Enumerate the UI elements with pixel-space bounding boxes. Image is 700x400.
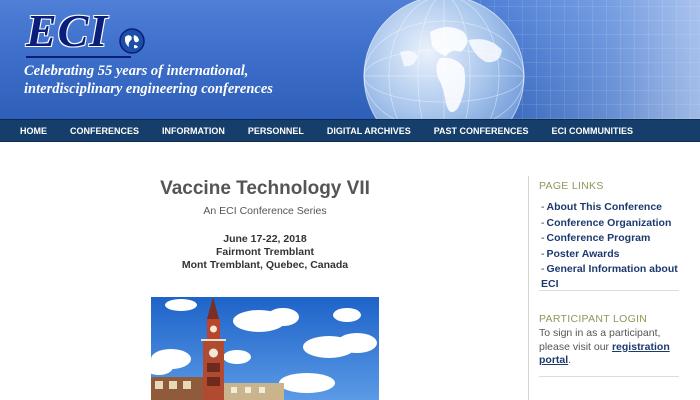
sidebar-divider [539, 290, 679, 291]
bullet: - [541, 216, 545, 229]
login-text-line-2: please visit our registration [539, 341, 684, 355]
globe-image [363, 0, 525, 119]
nav-eci-communities[interactable]: ECI COMMUNITIES [552, 126, 634, 136]
page-link-label: Poster Awards [546, 247, 620, 260]
nav-information[interactable]: INFORMATION [162, 126, 225, 136]
login-text-line-3: portal. [539, 354, 684, 368]
venue-photo [151, 297, 379, 400]
nav-home[interactable]: HOME [20, 126, 47, 136]
nav-conferences[interactable]: CONFERENCES [70, 126, 139, 136]
page-link-general-information[interactable]: - General Information about ECI [541, 262, 681, 292]
page-links-list: - About This Conference - Conference Organ… [541, 200, 681, 293]
login-text-prefix: please visit our [539, 340, 610, 353]
registration-portal-link-cont[interactable]: portal [539, 354, 568, 366]
main-navigation: HOME CONFERENCES INFORMATION PERSONNEL D… [0, 119, 700, 142]
logo-globe-icon [119, 28, 145, 54]
page-link-about[interactable]: - About This Conference [541, 200, 681, 215]
registration-portal-link[interactable]: registration [612, 341, 670, 353]
conference-details: June 17-22, 2018 Fairmont Tremblant Mont… [130, 233, 400, 272]
participant-login-text: To sign in as a participant, please visi… [539, 327, 684, 368]
nav-digital-archives[interactable]: DIGITAL ARCHIVES [327, 126, 411, 136]
main-content: Vaccine Technology VII An ECI Conference… [0, 143, 700, 400]
banner-tagline: Celebrating 55 years of international, i… [24, 62, 344, 98]
page-link-label: General Information about ECI [541, 263, 678, 290]
conference-location: Mont Tremblant, Quebec, Canada [181, 259, 349, 271]
conference-series: An ECI Conference Series [203, 205, 327, 217]
page-link-label: Conference Organization [546, 216, 672, 229]
login-text-period: . [568, 354, 572, 366]
page-link-organization[interactable]: - Conference Organization [541, 216, 681, 231]
tagline-line-2: interdisciplinary engineering conference… [24, 81, 273, 97]
bullet: - [541, 232, 545, 244]
login-text-line-1: To sign in as a participant, [539, 327, 661, 339]
sidebar: PAGE LINKS - About This Conference - Confe… [528, 176, 686, 400]
page-link-program[interactable]: - Conference Program [541, 231, 681, 246]
logo-text: ECI [26, 5, 109, 56]
page-link-label: About This Conference [546, 201, 663, 213]
conference-dates: June 17-22, 2018 [223, 233, 307, 245]
conference-title: Vaccine Technology VII [160, 178, 370, 199]
sidebar-divider-bottom [539, 376, 679, 377]
conference-venue: Fairmont Tremblant [215, 246, 314, 258]
bullet: - [541, 263, 545, 275]
site-banner: ECI Celebrating 55 years of internationa… [0, 0, 700, 119]
logo-underline [26, 56, 131, 58]
page-links-heading: PAGE LINKS [539, 180, 604, 192]
participant-login-heading: PARTICIPANT LOGIN [539, 313, 648, 325]
page-link-poster-awards[interactable]: - Poster Awards [541, 247, 681, 262]
bullet: - [541, 201, 545, 213]
nav-past-conferences[interactable]: PAST CONFERENCES [434, 126, 529, 136]
bullet: - [541, 247, 545, 260]
page-link-label: Conference Program [546, 232, 651, 244]
nav-personnel[interactable]: PERSONNEL [248, 126, 304, 136]
eci-logo[interactable]: ECI [12, 2, 145, 60]
tagline-line-1: Celebrating 55 years of international, [24, 63, 249, 79]
